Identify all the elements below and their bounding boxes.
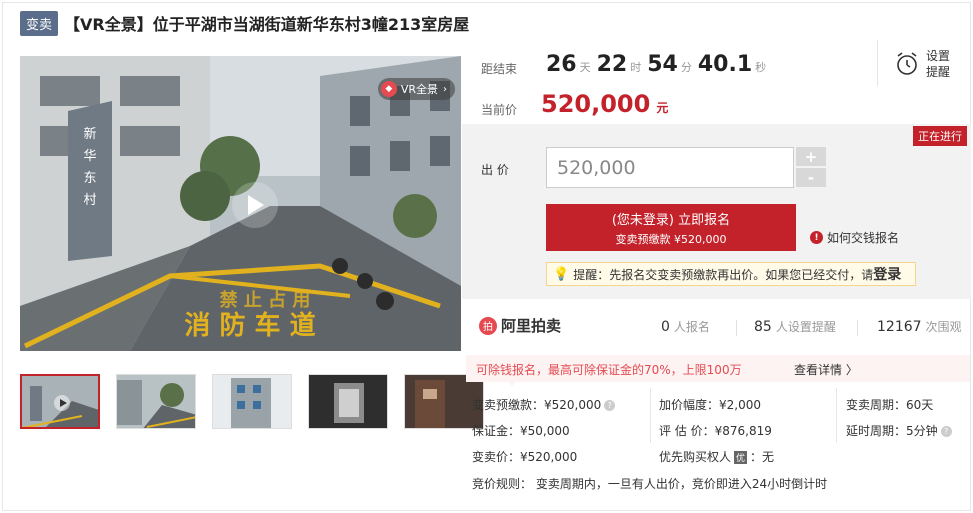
question-icon[interactable]: ? (940, 426, 952, 437)
deposit-detail: 变卖预缴款：¥520,000? (472, 396, 616, 413)
page-title: 【VR全景】位于平湖市当湖街道新华东村3幢213室房屋 (64, 15, 470, 34)
alipaimai-logo-icon: 拍 (479, 316, 497, 335)
info-icon: ! (810, 231, 823, 244)
alipaimai-logo: 拍 阿里拍卖 (479, 315, 561, 336)
priority-buyer-detail: 优先购买权人优：无 (659, 450, 775, 464)
bid-panel: 正在进行 出 价 520,000 + - (您未登录) 立即报名 变卖预缴款 ¥… (462, 124, 971, 299)
vr-icon: ◆ (380, 81, 397, 97)
current-price-label: 当前价 (481, 103, 518, 117)
current-price-unit: 元 (656, 101, 669, 115)
thumbnail-4[interactable] (308, 374, 388, 429)
set-reminder-label: 设置 提醒 (926, 49, 951, 79)
sale-price-detail: 变卖价：¥520,000 (472, 450, 578, 464)
sign-char-1: 新 (83, 126, 96, 142)
chevron-right-icon: › (443, 83, 447, 95)
svg-text:村: 村 (83, 193, 96, 208)
decrease-bid-button[interactable]: - (796, 168, 826, 187)
play-button[interactable] (232, 182, 278, 228)
main-photo[interactable]: 新 华 东 村 消 防 车 道 禁 止 占 用 ◆ VR全景 › (20, 56, 461, 351)
thumbnail-strip (20, 374, 492, 429)
view-details-link[interactable]: 查看详情 〉 (794, 361, 858, 378)
countdown-seconds: 40.1 (697, 52, 753, 77)
countdown-minutes: 54 (647, 52, 678, 77)
margin-detail: 保证金：¥50,000 (472, 424, 570, 438)
thumbnail-2[interactable] (116, 374, 196, 429)
bid-amount-input[interactable]: 520,000 (546, 147, 794, 188)
title-row: 变卖 【VR全景】位于平湖市当湖街道新华东村3幢213室房屋 (20, 10, 469, 36)
increment-detail: 加价幅度：¥2,000 (659, 398, 761, 412)
increase-bid-button[interactable]: + (796, 147, 826, 166)
bidding-rule-detail: 竞价规则： 变卖周期内，一旦有人出价，竞价即进入24小时倒计时 (472, 477, 828, 491)
set-reminder-button[interactable]: 设置 提醒 (894, 48, 950, 80)
countdown-timer: 26 天 22 时 54 分 40.1 秒 (546, 52, 767, 77)
countdown-hours: 22 (596, 52, 628, 77)
appraisal-detail: 评 估 价：¥876,819 (659, 424, 772, 438)
countdown-label: 距结束 (481, 62, 518, 76)
svg-text:禁 止 占 用: 禁 止 占 用 (220, 289, 311, 311)
alarm-clock-icon (897, 52, 917, 75)
current-price-value: 520,000 (541, 90, 651, 118)
stat-views: 12167 次围观 (877, 319, 962, 335)
how-to-pay-link[interactable]: ! 如何交钱报名 (810, 229, 899, 246)
vr-badge[interactable]: ◆ VR全景 › (377, 78, 455, 100)
countdown-days: 26 (546, 52, 577, 77)
stat-signups: 0 人报名 (661, 319, 710, 335)
sale-period-detail: 变卖周期：60天 (846, 398, 934, 412)
svg-text:华: 华 (83, 149, 96, 164)
signup-button[interactable]: (您未登录) 立即报名 变卖预缴款 ¥520,000 (546, 204, 796, 251)
loan-signup-text: 可除钱报名，最高可除保证金的70%，上限100万 (476, 363, 742, 377)
loan-signup-bar: 可除钱报名，最高可除保证金的70%，上限100万 查看详情 〉 (466, 355, 970, 386)
thumbnail-1[interactable] (20, 374, 100, 429)
svg-text:东: 东 (83, 171, 96, 186)
priority-tag: 优 (734, 451, 748, 464)
road-marking-text: 消 防 车 道 (184, 310, 315, 341)
bid-label: 出 价 (481, 163, 509, 177)
thumbnail-3[interactable] (212, 374, 292, 429)
current-price: 520,000 元 (541, 90, 668, 118)
delay-period-detail: 延时周期：5分钟? (846, 422, 952, 439)
sale-type-tag: 变卖 (20, 10, 59, 36)
stat-reminders: 85 人设置提醒 (754, 319, 836, 335)
question-icon[interactable]: ? (604, 400, 616, 411)
play-icon (248, 195, 264, 215)
lightbulb-icon: 💡 (553, 266, 570, 282)
login-link[interactable]: 登录 (873, 264, 901, 284)
reminder-tip: 💡 提醒：先报名交变卖预缴款再出价。如果您已经交付，请 登录 (546, 262, 916, 286)
signup-main-label: (您未登录) 立即报名 (611, 212, 731, 228)
signup-deposit-label: 变卖预缴款 ¥520,000 (615, 232, 727, 246)
status-badge: 正在进行 (913, 126, 967, 146)
vr-label: VR全景 (400, 83, 438, 96)
divider (877, 40, 878, 86)
